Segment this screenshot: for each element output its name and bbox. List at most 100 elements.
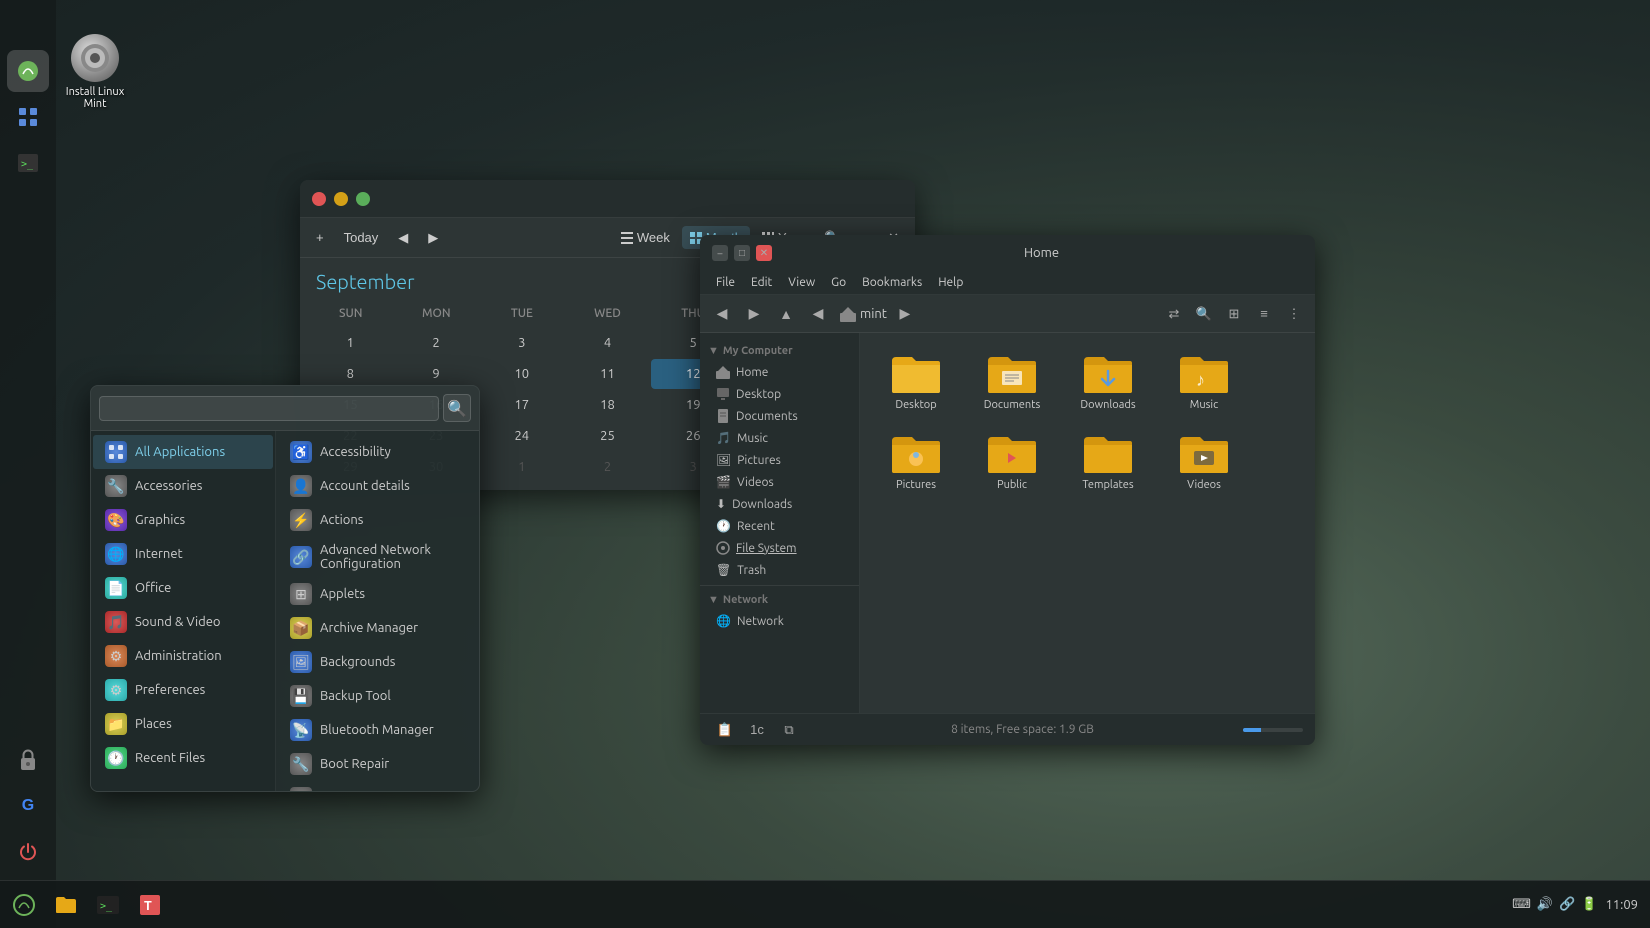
- menu-cat-places[interactable]: 📁 Places: [93, 707, 273, 741]
- fm-item-pictures[interactable]: Pictures: [872, 425, 960, 497]
- cal-day-24[interactable]: 24: [479, 421, 564, 451]
- fm-item-label-public: Public: [997, 479, 1027, 491]
- menu-cat-office[interactable]: 📄 Office: [93, 571, 273, 605]
- menu-app-accessibility[interactable]: ♿ Accessibility: [278, 435, 477, 469]
- menu-cat-recent[interactable]: 🕐 Recent Files: [93, 741, 273, 775]
- fm-sidebar-downloads[interactable]: ⬇ Downloads: [700, 493, 859, 515]
- cal-day-3[interactable]: 3: [479, 328, 564, 358]
- cal-add-btn[interactable]: +: [308, 226, 332, 249]
- fm-item-videos[interactable]: Videos: [1160, 425, 1248, 497]
- fm-section-mycomputer[interactable]: ▼My Computer: [700, 341, 859, 361]
- menu-app-boot-repair[interactable]: 🔧 Boot Repair: [278, 747, 477, 781]
- fm-grid-view-btn[interactable]: ⊞: [1221, 301, 1247, 327]
- taskbar-clock[interactable]: 11:09: [1605, 898, 1638, 912]
- cal-today-btn[interactable]: Today: [336, 226, 387, 249]
- menu-cat-all[interactable]: All Applications: [93, 435, 273, 469]
- fm-sidebar-filesystem[interactable]: File System: [700, 537, 859, 559]
- cal-day-4[interactable]: 4: [565, 328, 650, 358]
- sidebar-grid-icon[interactable]: [7, 96, 49, 138]
- cal-prev-btn[interactable]: ◀: [390, 226, 416, 250]
- fm-location-arrow-left[interactable]: ◀: [804, 300, 832, 328]
- fm-item-public[interactable]: Public: [968, 425, 1056, 497]
- fm-forward-btn[interactable]: ▶: [740, 300, 768, 328]
- taskbar-terminal-btn[interactable]: >_: [88, 885, 128, 925]
- fm-compact-btn[interactable]: ⇄: [1161, 301, 1187, 327]
- menu-cat-administration[interactable]: ⚙ Administration: [93, 639, 273, 673]
- menu-app-bluetooth[interactable]: 📡 Bluetooth Manager: [278, 713, 477, 747]
- left-sidebar: >_ G: [0, 0, 56, 928]
- fm-list-view-btn[interactable]: ≡: [1251, 301, 1277, 327]
- app-menu-search-btn[interactable]: 🔍: [443, 394, 471, 422]
- menu-app-backgrounds[interactable]: 🖼 Backgrounds: [278, 645, 477, 679]
- sidebar-lock-icon[interactable]: [7, 739, 49, 781]
- calendar-min-btn[interactable]: [334, 192, 348, 206]
- cal-day-oct1[interactable]: 1: [479, 452, 564, 482]
- fm-menu-go[interactable]: Go: [823, 273, 854, 292]
- menu-app-backup[interactable]: 💾 Backup Tool: [278, 679, 477, 713]
- cal-day-1[interactable]: 1: [308, 328, 393, 358]
- fm-sidebar-videos[interactable]: 🎬 Videos: [700, 471, 859, 493]
- app-menu-search-input[interactable]: [99, 396, 439, 421]
- fm-item-desktop[interactable]: Desktop: [872, 345, 960, 417]
- cal-day-oct2[interactable]: 2: [565, 452, 650, 482]
- fm-sidebar-network[interactable]: 🌐 Network: [700, 610, 859, 632]
- sidebar-mint-icon[interactable]: [7, 50, 49, 92]
- cal-day-10[interactable]: 10: [479, 359, 564, 389]
- sidebar-terminal-icon[interactable]: >_: [7, 142, 49, 184]
- fm-back-btn[interactable]: ◀: [708, 300, 736, 328]
- taskbar-text-btn[interactable]: T: [130, 885, 170, 925]
- fm-statusbar-btn1[interactable]: 📋: [712, 717, 738, 743]
- fm-section-network[interactable]: ▼Network: [700, 590, 859, 610]
- cal-week-btn[interactable]: Week: [613, 226, 678, 249]
- cal-day-11[interactable]: 11: [565, 359, 650, 389]
- fm-path-arrow-right[interactable]: ▶: [891, 300, 919, 328]
- fm-sidebar-documents[interactable]: Documents: [700, 405, 859, 427]
- fm-sidebar-recent[interactable]: 🕐 Recent: [700, 515, 859, 537]
- fm-statusbar-btn2[interactable]: 1c: [744, 717, 770, 743]
- fm-sidebar-home[interactable]: Home: [700, 361, 859, 383]
- cal-day-2[interactable]: 2: [394, 328, 479, 358]
- fm-extra-btn[interactable]: ⋮: [1281, 301, 1307, 327]
- fm-menu-bookmarks[interactable]: Bookmarks: [854, 273, 930, 292]
- fm-search-btn[interactable]: 🔍: [1191, 301, 1217, 327]
- menu-cat-preferences[interactable]: ⚙ Preferences: [93, 673, 273, 707]
- fm-min-btn[interactable]: –: [712, 245, 728, 261]
- menu-cat-sound-video[interactable]: 🎵 Sound & Video: [93, 605, 273, 639]
- fm-sidebar-trash[interactable]: 🗑 Trash: [700, 559, 859, 581]
- menu-cat-accessories[interactable]: 🔧 Accessories: [93, 469, 273, 503]
- fm-close-btn[interactable]: ✕: [756, 245, 772, 261]
- cal-day-17[interactable]: 17: [479, 390, 564, 420]
- fm-up-btn[interactable]: ▲: [772, 300, 800, 328]
- sidebar-power-icon[interactable]: [7, 831, 49, 873]
- calendar-close-btn[interactable]: [312, 192, 326, 206]
- menu-app-actions[interactable]: ⚡ Actions: [278, 503, 477, 537]
- fm-max-btn[interactable]: □: [734, 245, 750, 261]
- fm-item-documents[interactable]: Documents: [968, 345, 1056, 417]
- fm-menu-file[interactable]: File: [708, 273, 743, 292]
- fm-sidebar-desktop[interactable]: Desktop: [700, 383, 859, 405]
- menu-app-applets[interactable]: ⊞ Applets: [278, 577, 477, 611]
- fm-statusbar-btn3[interactable]: ⧉: [776, 717, 802, 743]
- taskbar-files-btn[interactable]: [46, 885, 86, 925]
- fm-item-downloads[interactable]: Downloads: [1064, 345, 1152, 417]
- menu-cat-internet[interactable]: 🌐 Internet: [93, 537, 273, 571]
- menu-cat-graphics[interactable]: 🎨 Graphics: [93, 503, 273, 537]
- sidebar-google-icon[interactable]: G: [7, 785, 49, 827]
- fm-menu-view[interactable]: View: [780, 273, 823, 292]
- menu-app-calculator[interactable]: # Calculator: [278, 781, 477, 791]
- fm-sidebar-pictures[interactable]: 🖼 Pictures: [700, 449, 859, 471]
- fm-item-music[interactable]: ♪ Music: [1160, 345, 1248, 417]
- taskbar-menu-btn[interactable]: [4, 885, 44, 925]
- fm-item-templates[interactable]: Templates: [1064, 425, 1152, 497]
- fm-menu-edit[interactable]: Edit: [743, 273, 780, 292]
- calendar-max-btn[interactable]: [356, 192, 370, 206]
- install-linux-mint-icon[interactable]: Install Linux Mint: [55, 28, 135, 116]
- cal-day-18[interactable]: 18: [565, 390, 650, 420]
- menu-app-archive[interactable]: 📦 Archive Manager: [278, 611, 477, 645]
- fm-menu-help[interactable]: Help: [930, 273, 971, 292]
- fm-sidebar-music[interactable]: 🎵 Music: [700, 427, 859, 449]
- cal-day-25[interactable]: 25: [565, 421, 650, 451]
- cal-next-btn[interactable]: ▶: [420, 226, 446, 250]
- menu-app-network-config[interactable]: 🔗 Advanced Network Configuration: [278, 537, 477, 577]
- menu-app-account[interactable]: 👤 Account details: [278, 469, 477, 503]
